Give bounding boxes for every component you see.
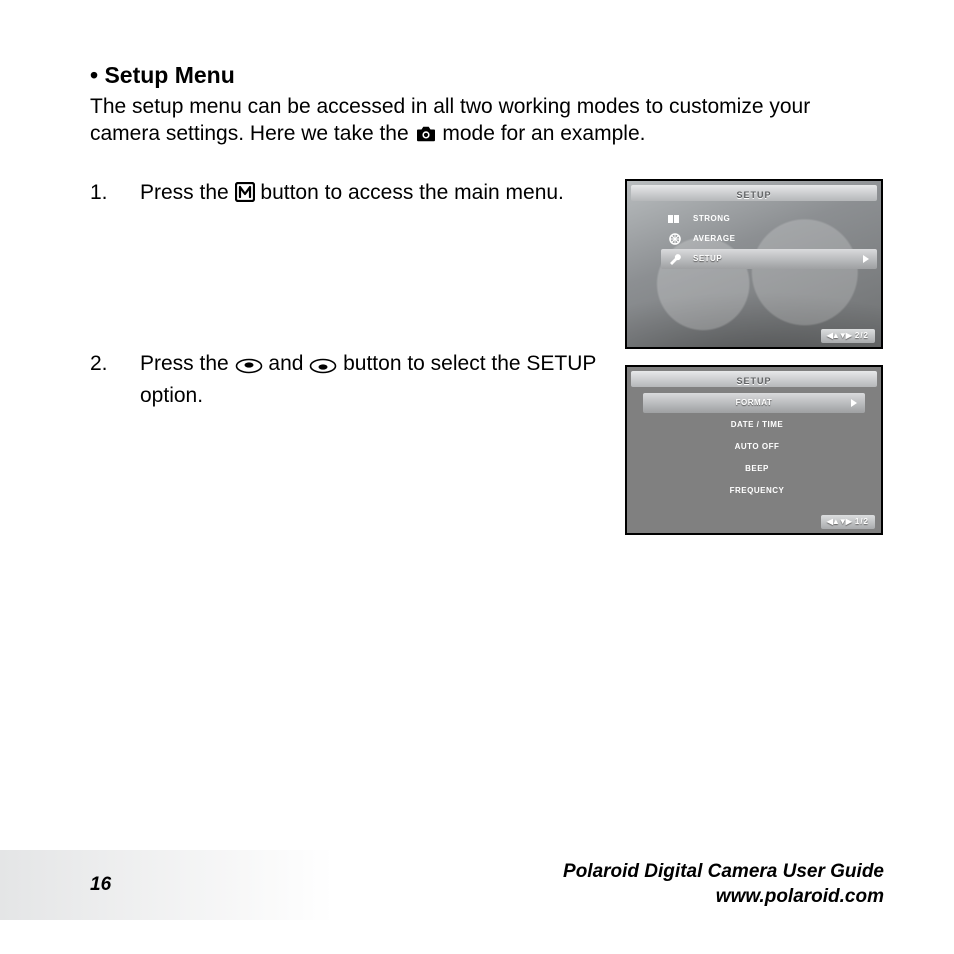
up-button-icon <box>235 354 263 382</box>
lcd2-menu: FORMAT DATE / TIME AUTO OFF BEEP FREQUEN… <box>631 393 877 501</box>
section-title-row: • Setup Menu <box>90 62 884 89</box>
lcd-screenshot-1: SETUP STRONG AVERAGE SETUP <box>625 179 883 349</box>
lcd1-row-setup: SETUP <box>661 249 877 269</box>
nav-arrows-icon: ◀▲▼▶ <box>827 331 851 340</box>
lcd2-row-format: FORMAT <box>643 393 864 413</box>
step-2-mid: and <box>268 352 309 375</box>
footer-tagline: Polaroid Digital Camera User Guide www.p… <box>563 860 884 909</box>
lcd2-row-datetime: DATE / TIME <box>631 415 877 435</box>
lcd-screenshot-2: SETUP FORMAT DATE / TIME AUTO OFF BEEP <box>625 365 883 535</box>
lcd2-title: SETUP <box>736 376 771 386</box>
lcd2-row-label: FORMAT <box>736 398 773 407</box>
lcd1-title: SETUP <box>736 190 771 200</box>
setup-wrench-icon <box>667 252 683 266</box>
menu-button-icon <box>235 182 255 210</box>
nav-arrows-icon: ◀▲▼▶ <box>827 517 851 526</box>
screenshots-column: SETUP STRONG AVERAGE SETUP <box>625 179 884 535</box>
camera-icon <box>415 123 437 150</box>
sharpness-average-icon <box>667 232 683 246</box>
footer-url: www.polaroid.com <box>563 885 884 910</box>
step-text: Press the and button to select the SETUP… <box>140 350 605 411</box>
page-number: 16 <box>90 874 111 896</box>
step-1-pre: Press the <box>140 181 235 204</box>
down-button-icon <box>309 354 337 382</box>
intro-paragraph: The setup menu can be accessed in all tw… <box>90 93 884 151</box>
manual-page: • Setup Menu The setup menu can be acces… <box>0 0 954 954</box>
step-number: 2. <box>90 350 140 411</box>
lcd1-pager: ◀▲▼▶ 2/2 <box>821 329 875 343</box>
lcd2-titlebar: SETUP <box>631 371 877 387</box>
page-footer: 16 Polaroid Digital Camera User Guide ww… <box>0 850 954 920</box>
step-text: Press the button to access the main menu… <box>140 179 605 210</box>
lcd1-row-label: AVERAGE <box>693 234 877 243</box>
step-number: 1. <box>90 179 140 210</box>
lcd2-pager: ◀▲▼▶ 1/2 <box>821 515 875 529</box>
lcd2-row-label: FREQUENCY <box>730 486 785 495</box>
step-2: 2. Press the and button to select the SE… <box>90 350 605 411</box>
steps-column: 1. Press the button to access the main m… <box>90 179 625 411</box>
lcd1-titlebar: SETUP <box>631 185 877 201</box>
lcd2-row-autooff: AUTO OFF <box>631 437 877 457</box>
lcd1-page-indicator: 2/2 <box>855 331 869 340</box>
step-2-pre: Press the <box>140 352 235 375</box>
lcd1-row-average: AVERAGE <box>661 229 877 249</box>
footer-guide-title: Polaroid Digital Camera User Guide <box>563 860 884 885</box>
lcd2-row-label: BEEP <box>745 464 769 473</box>
intro-text-2: mode for an example. <box>442 122 645 145</box>
lcd2-row-label: DATE / TIME <box>731 420 783 429</box>
sharpness-strong-icon <box>667 212 683 226</box>
lcd2-row-label: AUTO OFF <box>735 442 780 451</box>
lcd1-row-strong: STRONG <box>661 209 877 229</box>
step-1: 1. Press the button to access the main m… <box>90 179 605 210</box>
lcd2-row-beep: BEEP <box>631 459 877 479</box>
section-title: • Setup Menu <box>90 62 235 88</box>
lcd1-row-label: SETUP <box>693 254 877 263</box>
lcd2-page-indicator: 1/2 <box>855 517 869 526</box>
content-columns: 1. Press the button to access the main m… <box>90 179 884 535</box>
lcd1-menu: STRONG AVERAGE SETUP <box>661 209 877 269</box>
lcd2-row-frequency: FREQUENCY <box>631 481 877 501</box>
step-1-post: button to access the main menu. <box>260 181 564 204</box>
lcd1-row-label: STRONG <box>693 214 877 223</box>
